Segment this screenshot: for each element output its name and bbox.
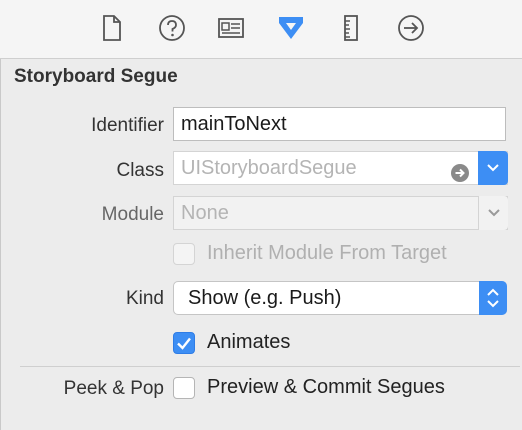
section-title: Storyboard Segue xyxy=(14,66,178,87)
peek-pop-label: Peek & Pop xyxy=(63,378,164,399)
inherit-module-label: Inherit Module From Target xyxy=(207,242,447,264)
module-dropdown-button[interactable] xyxy=(478,196,508,230)
preview-commit-label: Preview & Commit Segues xyxy=(207,376,445,398)
class-placeholder: UIStoryboardSegue xyxy=(181,157,357,179)
attributes-arrow-icon[interactable] xyxy=(276,13,306,43)
identity-card-icon[interactable] xyxy=(216,13,246,43)
module-combo[interactable]: None xyxy=(173,196,508,230)
animates-checkbox[interactable] xyxy=(173,332,195,354)
animates-label: Animates xyxy=(207,331,291,353)
help-icon[interactable] xyxy=(157,13,187,43)
section-divider xyxy=(20,366,520,367)
class-label: Class xyxy=(116,160,164,181)
ruler-icon[interactable] xyxy=(336,13,366,43)
identifier-field[interactable]: mainToNext xyxy=(173,107,506,141)
kind-popup[interactable]: Show (e.g. Push) xyxy=(173,281,507,315)
inherit-module-checkbox[interactable] xyxy=(173,243,195,265)
inspector-toolbar xyxy=(0,0,522,59)
connections-arrow-icon[interactable] xyxy=(396,13,426,43)
kind-value: Show (e.g. Push) xyxy=(188,287,342,309)
go-to-class-icon[interactable] xyxy=(451,160,469,182)
module-placeholder: None xyxy=(181,202,229,224)
preview-commit-checkbox[interactable] xyxy=(173,377,195,399)
module-label: Module xyxy=(101,204,164,225)
file-icon[interactable] xyxy=(97,13,127,43)
kind-stepper-icon[interactable] xyxy=(479,281,507,315)
kind-label: Kind xyxy=(125,288,164,309)
class-combo[interactable]: UIStoryboardSegue xyxy=(173,151,508,185)
identifier-label: Identifier xyxy=(91,115,164,136)
checkmark-icon xyxy=(177,337,191,350)
panel-left-border xyxy=(0,0,1,430)
class-dropdown-button[interactable] xyxy=(478,151,508,185)
